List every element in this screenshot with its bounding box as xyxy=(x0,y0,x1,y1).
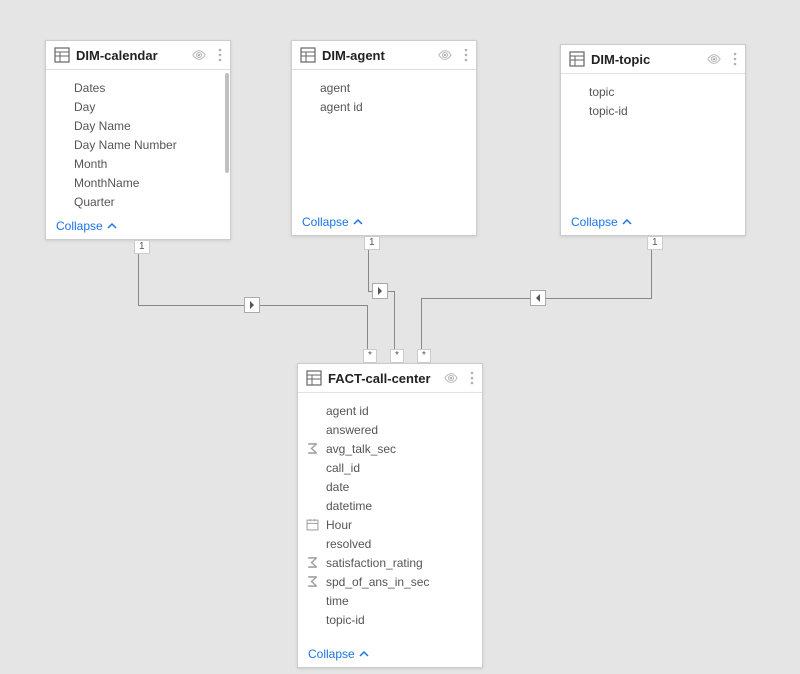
field-list: topic topic-id xyxy=(561,74,745,211)
field-item[interactable]: Month xyxy=(46,154,230,173)
field-item[interactable]: datetime xyxy=(298,496,482,515)
table-header[interactable]: DIM-calendar xyxy=(46,41,230,70)
field-item[interactable]: Day Name Number xyxy=(46,135,230,154)
field-item[interactable]: topic-id xyxy=(298,610,482,629)
cardinality-many: * xyxy=(363,349,377,363)
field-item[interactable]: agent xyxy=(292,78,476,97)
field-item[interactable]: resolved xyxy=(298,534,482,553)
field-item[interactable]: Day xyxy=(46,97,230,116)
calendar-icon xyxy=(306,518,319,531)
sigma-icon xyxy=(306,442,319,455)
collapse-button[interactable]: Collapse xyxy=(298,643,482,667)
collapse-button[interactable]: Collapse xyxy=(292,211,476,235)
field-item[interactable]: agent id xyxy=(298,401,482,420)
filter-direction-icon[interactable] xyxy=(530,290,546,306)
visibility-icon[interactable] xyxy=(707,52,721,66)
table-icon xyxy=(306,370,322,386)
table-title: DIM-topic xyxy=(591,52,701,67)
table-title: DIM-agent xyxy=(322,48,432,63)
more-options-icon[interactable] xyxy=(470,371,474,385)
table-dim-calendar[interactable]: DIM-calendar Dates Day Day Name Day Name… xyxy=(45,40,231,240)
table-header[interactable]: FACT-call-center xyxy=(298,364,482,393)
visibility-icon[interactable] xyxy=(192,48,206,62)
cardinality-many: * xyxy=(390,349,404,363)
field-item[interactable]: Hour xyxy=(298,515,482,534)
collapse-button[interactable]: Collapse xyxy=(561,211,745,235)
table-header[interactable]: DIM-topic xyxy=(561,45,745,74)
table-dim-topic[interactable]: DIM-topic topic topic-id Collapse xyxy=(560,44,746,236)
sigma-icon xyxy=(306,575,319,588)
field-item[interactable]: Dates xyxy=(46,78,230,97)
field-item[interactable]: topic-id xyxy=(561,101,745,120)
scrollbar[interactable] xyxy=(225,73,229,173)
filter-direction-icon[interactable] xyxy=(372,283,388,299)
table-icon xyxy=(569,51,585,67)
cardinality-one: 1 xyxy=(364,236,380,250)
chevron-up-icon xyxy=(353,217,363,227)
chevron-up-icon xyxy=(107,221,117,231)
field-item[interactable]: time xyxy=(298,591,482,610)
field-list: Dates Day Day Name Day Name Number Month… xyxy=(46,70,230,215)
table-fact-call-center[interactable]: FACT-call-center agent id answered avg_t… xyxy=(297,363,483,668)
field-item[interactable]: topic xyxy=(561,82,745,101)
more-options-icon[interactable] xyxy=(733,52,737,66)
field-item[interactable]: call_id xyxy=(298,458,482,477)
field-item[interactable]: spd_of_ans_in_sec xyxy=(298,572,482,591)
table-dim-agent[interactable]: DIM-agent agent agent id Collapse xyxy=(291,40,477,236)
more-options-icon[interactable] xyxy=(218,48,222,62)
field-item[interactable]: MonthName xyxy=(46,173,230,192)
field-item[interactable]: date xyxy=(298,477,482,496)
chevron-up-icon xyxy=(622,217,632,227)
visibility-icon[interactable] xyxy=(444,371,458,385)
model-canvas[interactable]: DIM-calendar Dates Day Day Name Day Name… xyxy=(0,0,800,674)
field-item[interactable]: satisfaction_rating xyxy=(298,553,482,572)
sigma-icon xyxy=(306,556,319,569)
field-item[interactable]: avg_talk_sec xyxy=(298,439,482,458)
table-icon xyxy=(300,47,316,63)
collapse-button[interactable]: Collapse xyxy=(46,215,230,239)
table-header[interactable]: DIM-agent xyxy=(292,41,476,70)
field-list: agent agent id xyxy=(292,70,476,211)
table-title: DIM-calendar xyxy=(76,48,186,63)
filter-direction-icon[interactable] xyxy=(244,297,260,313)
table-icon xyxy=(54,47,70,63)
more-options-icon[interactable] xyxy=(464,48,468,62)
cardinality-one: 1 xyxy=(134,240,150,254)
cardinality-one: 1 xyxy=(647,236,663,250)
cardinality-many: * xyxy=(417,349,431,363)
field-list: agent id answered avg_talk_sec call_id d… xyxy=(298,393,482,643)
chevron-up-icon xyxy=(359,649,369,659)
visibility-icon[interactable] xyxy=(438,48,452,62)
field-item[interactable]: agent id xyxy=(292,97,476,116)
field-item[interactable]: Day Name xyxy=(46,116,230,135)
table-title: FACT-call-center xyxy=(328,371,438,386)
field-item[interactable]: answered xyxy=(298,420,482,439)
field-item[interactable]: Quarter xyxy=(46,192,230,211)
